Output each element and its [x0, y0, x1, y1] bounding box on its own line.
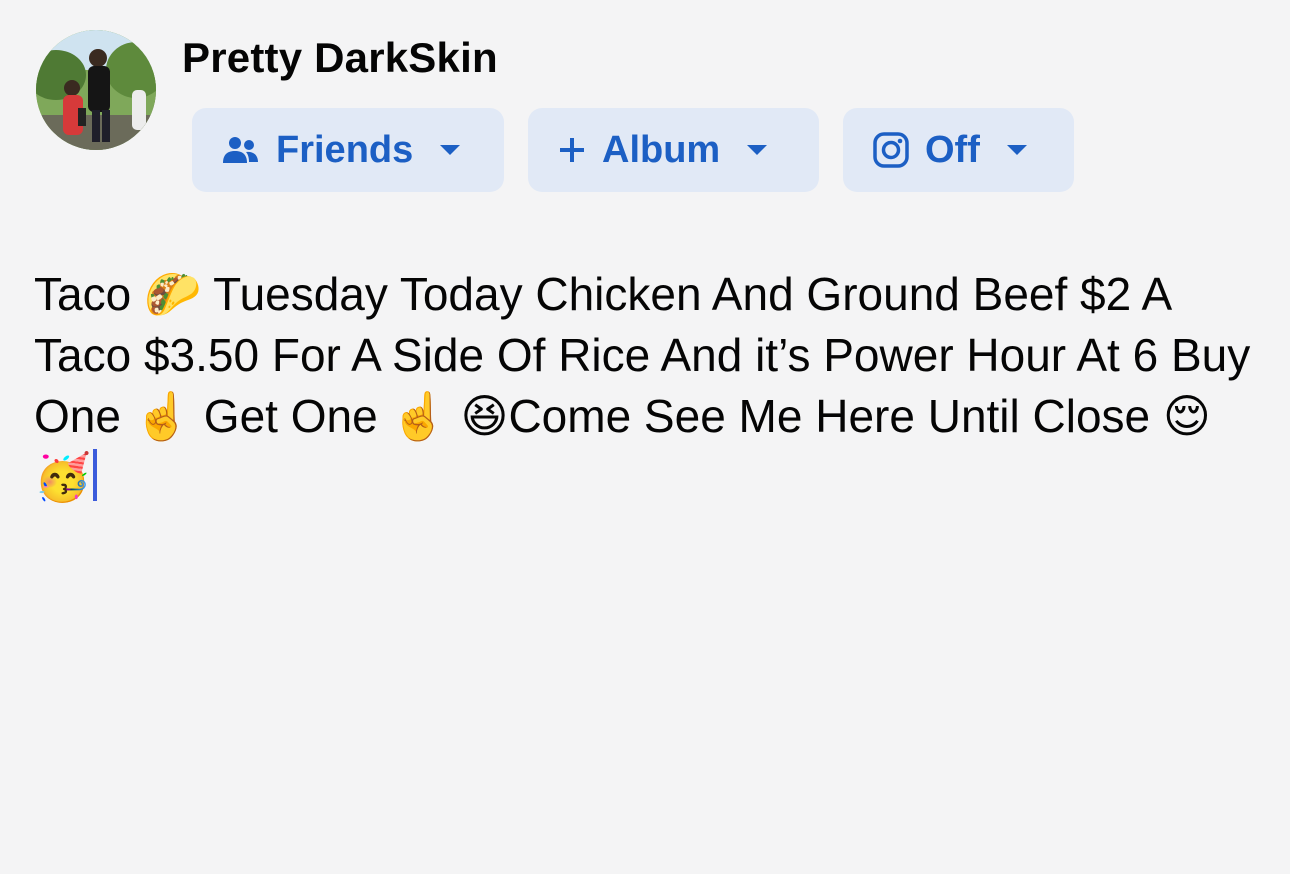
- instagram-share-toggle[interactable]: Off: [843, 108, 1074, 192]
- avatar-photo: [36, 30, 156, 150]
- friends-icon: [222, 135, 260, 165]
- post-text-content: Taco 🌮 Tuesday Today Chicken And Ground …: [34, 268, 1264, 503]
- avatar[interactable]: [36, 30, 156, 150]
- album-selector-label: Album: [602, 128, 721, 171]
- chevron-down-icon: [1006, 144, 1028, 156]
- author-name[interactable]: Pretty DarkSkin: [182, 34, 498, 82]
- text-cursor: [93, 449, 98, 501]
- audience-chip-row: Friends Album Off: [192, 108, 1074, 192]
- audience-selector-button[interactable]: Friends: [192, 108, 504, 192]
- instagram-icon: [873, 132, 909, 168]
- instagram-share-label: Off: [925, 128, 980, 171]
- plus-icon: [558, 136, 586, 164]
- audience-selector-label: Friends: [276, 128, 414, 171]
- chevron-down-icon: [439, 144, 461, 156]
- chevron-down-icon: [746, 144, 768, 156]
- post-composer: Pretty DarkSkin Friends Album Off Taco 🌮…: [0, 0, 1290, 874]
- album-selector-button[interactable]: Album: [528, 108, 819, 192]
- post-text-input[interactable]: Taco 🌮 Tuesday Today Chicken And Ground …: [34, 264, 1264, 508]
